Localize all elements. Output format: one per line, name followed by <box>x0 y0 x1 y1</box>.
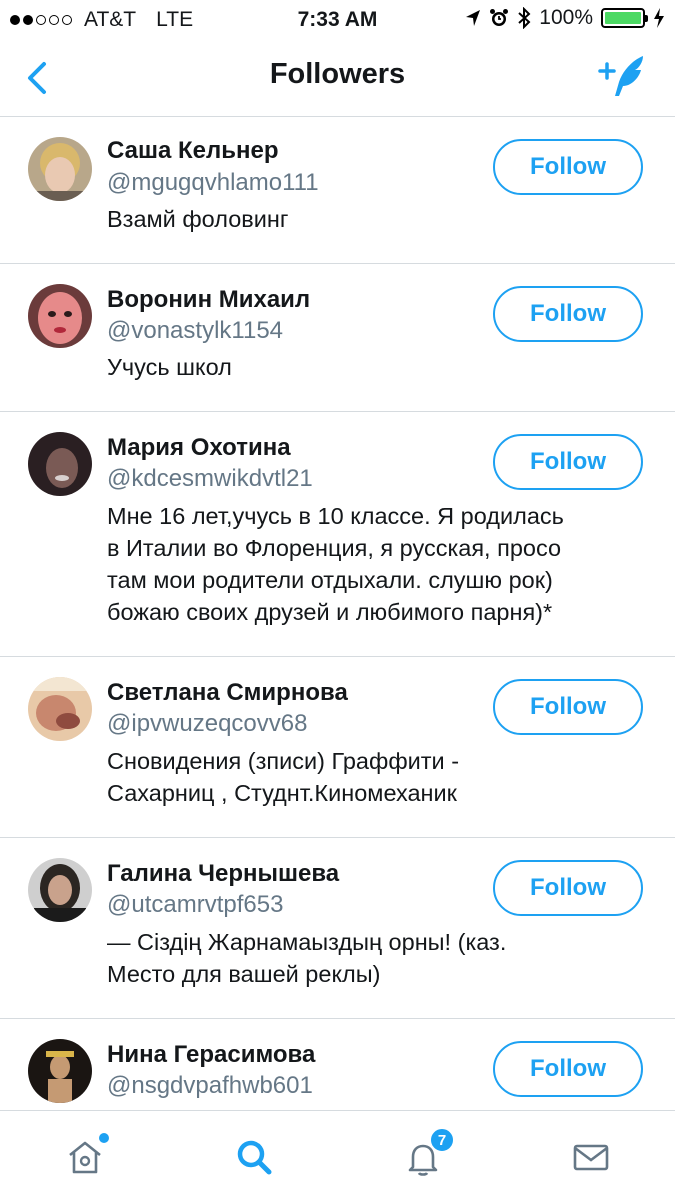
tab-search[interactable] <box>226 1129 282 1185</box>
avatar[interactable] <box>28 677 92 741</box>
follow-button[interactable]: Follow <box>493 860 643 916</box>
new-content-dot <box>99 1133 109 1143</box>
tab-bar: 7 <box>0 1110 675 1201</box>
tab-notifications[interactable]: 7 <box>395 1127 455 1185</box>
list-item[interactable]: Мария Охотина @kdcesmwikdvtl21 Мне 16 ле… <box>0 412 675 657</box>
list-item[interactable]: Саша Кельнер @mgugqvhlamo111 Взамй фолов… <box>0 117 675 264</box>
follower-name: Воронин Михаил <box>107 286 311 313</box>
avatar[interactable] <box>28 137 92 201</box>
follower-bio: Сновидения (зписи) Граффити - Сахарниц ,… <box>107 748 460 806</box>
follower-handle: @utcamrvtpf653 <box>107 891 284 918</box>
home-icon <box>69 1141 101 1174</box>
follow-button[interactable]: Follow <box>493 139 643 195</box>
notifications-badge: 7 <box>429 1127 455 1153</box>
follow-button[interactable]: Follow <box>493 434 643 490</box>
status-bar: AT&T LTE 7:33 AM 100% <box>0 0 675 38</box>
battery-percent: 100% <box>539 6 593 29</box>
charging-bolt-icon <box>654 8 664 28</box>
page-title: Followers <box>269 58 406 90</box>
follower-handle: @nsgdvpafhwb601 <box>107 1072 313 1099</box>
follower-bio: Учусь школ <box>107 354 232 380</box>
follower-bio: Взамй фоловинг <box>107 206 289 232</box>
follower-handle: @mgugqvhlamo111 <box>107 169 319 196</box>
location-arrow-icon <box>466 10 481 26</box>
follow-button[interactable]: Follow <box>493 679 643 735</box>
list-item[interactable]: Светлана Смирнова @ipvwuzeqcovv68 Сновид… <box>0 657 675 838</box>
avatar[interactable] <box>28 858 92 922</box>
follower-handle: @kdcesmwikdvtl21 <box>107 465 313 492</box>
follower-name: Саша Кельнер <box>107 137 279 164</box>
follower-bio: — Сіздің Жарнамаыздың орны! (каз. Место … <box>107 929 507 987</box>
follower-bio: Мне 16 лет,учусь в 10 классе. Я родилась… <box>107 503 564 625</box>
follow-button[interactable]: Follow <box>493 1041 643 1097</box>
follower-name: Мария Охотина <box>107 434 291 461</box>
envelope-icon <box>573 1144 609 1171</box>
search-icon <box>237 1140 272 1175</box>
follower-handle: @ipvwuzeqcovv68 <box>107 710 308 737</box>
battery-icon <box>601 8 648 28</box>
tab-messages[interactable] <box>563 1129 619 1185</box>
bluetooth-icon <box>518 7 531 29</box>
avatar[interactable] <box>28 432 92 496</box>
follower-handle: @vonastylk1154 <box>107 317 284 344</box>
follower-name: Галина Чернышева <box>107 860 340 887</box>
alarm-clock-icon <box>490 9 509 26</box>
tab-home[interactable] <box>57 1129 113 1185</box>
follower-name: Нина Герасимова <box>107 1041 316 1068</box>
list-item[interactable]: Нина Герасимова @nsgdvpafhwb601 Follow <box>0 1019 675 1119</box>
compose-tweet-icon[interactable] <box>597 52 653 102</box>
avatar[interactable] <box>28 284 92 348</box>
follow-button[interactable]: Follow <box>493 286 643 342</box>
list-item[interactable]: Воронин Михаил @vonastylk1154 Учусь школ… <box>0 264 675 412</box>
list-item[interactable]: Галина Чернышева @utcamrvtpf653 — Сіздің… <box>0 838 675 1019</box>
follower-name: Светлана Смирнова <box>107 679 348 706</box>
navigation-bar: Followers <box>0 38 675 117</box>
avatar[interactable] <box>28 1039 92 1103</box>
